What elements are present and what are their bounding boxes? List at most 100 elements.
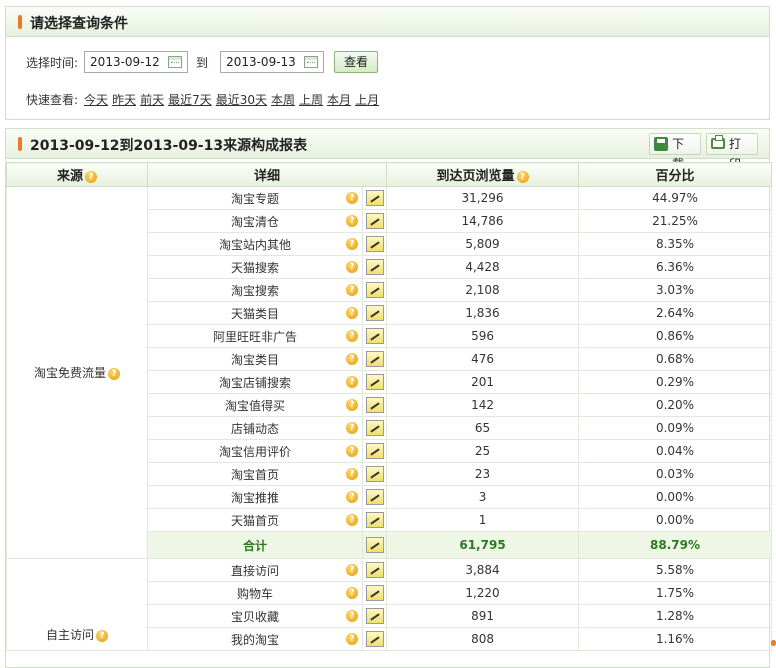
trend-chart-icon[interactable] xyxy=(365,512,384,528)
view-button[interactable]: 查看 xyxy=(334,51,379,73)
trend-chart-icon[interactable] xyxy=(365,631,384,647)
quick-link-this-month[interactable]: 本月 xyxy=(327,91,351,108)
views-cell: 808 xyxy=(386,627,580,651)
help-icon[interactable]: ? xyxy=(346,633,358,645)
trend-chart-icon[interactable] xyxy=(365,282,384,298)
detail-label: 店铺动态 xyxy=(230,421,279,436)
start-date-input[interactable]: 2013-09-12 xyxy=(84,51,189,73)
views-cell: 596 xyxy=(386,324,580,348)
percent-cell: 21.25% xyxy=(578,209,773,233)
trend-chart-icon[interactable] xyxy=(365,443,384,459)
total-label: 合计 xyxy=(147,531,363,559)
end-date-input[interactable]: 2013-09-13 xyxy=(220,51,325,73)
trend-chart-icon[interactable] xyxy=(365,374,384,390)
download-button[interactable]: 下载 xyxy=(649,133,701,171)
column-header-percent-label: 百分比 xyxy=(655,169,695,184)
quick-link-last-7-days[interactable]: 最近7天 xyxy=(168,91,212,108)
views-cell: 1 xyxy=(386,508,580,532)
help-icon[interactable]: ? xyxy=(346,514,358,526)
trend-chart-icon[interactable] xyxy=(365,259,384,275)
trend-chart-icon[interactable] xyxy=(365,397,384,413)
quick-link-last-30-days[interactable]: 最近30天 xyxy=(216,91,267,108)
calendar-icon[interactable] xyxy=(168,56,183,68)
detail-cell: 淘宝信用评价? xyxy=(147,439,363,463)
help-icon[interactable]: ? xyxy=(516,170,529,183)
help-icon[interactable]: ? xyxy=(85,170,97,183)
trend-chart-icon[interactable] xyxy=(365,351,384,367)
trend-chart-icon[interactable] xyxy=(365,608,384,624)
help-icon[interactable]: ? xyxy=(346,261,358,273)
trend-chart-icon[interactable] xyxy=(365,236,384,252)
start-date-value: 2013-09-12 xyxy=(90,55,160,69)
trend-chart-icon[interactable] xyxy=(365,328,384,344)
quick-link-last-week[interactable]: 上周 xyxy=(299,91,323,108)
trend-chart-icon[interactable] xyxy=(365,190,384,206)
quick-link-yesterday[interactable]: 昨天 xyxy=(112,91,136,108)
trend-chart-icon[interactable] xyxy=(365,466,384,482)
header-accent-bar xyxy=(18,15,22,29)
query-panel: 请选择查询条件 选择时间: 2013-09-12 到 2013-09-13 查看… xyxy=(5,6,770,120)
help-icon[interactable]: ? xyxy=(96,629,108,642)
percent-cell: 0.03% xyxy=(578,462,773,486)
help-icon[interactable]: ? xyxy=(346,376,358,388)
help-icon[interactable]: ? xyxy=(346,422,358,434)
trend-chart-icon[interactable] xyxy=(365,585,384,601)
trend-chart-icon[interactable] xyxy=(365,305,384,321)
trend-cell xyxy=(361,558,388,582)
help-icon[interactable]: ? xyxy=(346,192,358,204)
date-range-row: 选择时间: 2013-09-12 到 2013-09-13 查看 xyxy=(26,50,379,74)
trend-chart-icon[interactable] xyxy=(365,562,384,578)
help-icon[interactable]: ? xyxy=(346,353,358,365)
percent-cell: 0.20% xyxy=(578,393,773,417)
total-percent: 88.79% xyxy=(578,531,773,559)
help-icon[interactable]: ? xyxy=(346,445,358,457)
percent-cell: 5.58% xyxy=(578,558,773,582)
calendar-icon[interactable] xyxy=(304,56,319,68)
detail-label: 淘宝专题 xyxy=(230,191,279,206)
help-icon[interactable]: ? xyxy=(346,284,358,296)
trend-chart-icon[interactable] xyxy=(365,420,384,436)
trend-cell xyxy=(361,439,388,463)
trend-cell xyxy=(361,324,388,348)
help-icon[interactable]: ? xyxy=(346,238,358,250)
detail-label: 直接访问 xyxy=(230,563,279,578)
help-icon[interactable]: ? xyxy=(108,367,120,380)
table-body: 淘宝免费流量? 淘宝专题? 31,296 44.97% 淘宝清仓? 14,786 21.25… xyxy=(6,186,773,651)
help-icon[interactable]: ? xyxy=(346,307,358,319)
detail-cell: 店铺动态? xyxy=(147,416,363,440)
percent-cell: 0.00% xyxy=(578,508,773,532)
percent-cell: 0.29% xyxy=(578,370,773,394)
column-header-detail-label: 详细 xyxy=(254,169,281,184)
views-cell: 476 xyxy=(386,347,580,371)
quick-link-today[interactable]: 今天 xyxy=(84,91,108,108)
help-icon[interactable]: ? xyxy=(346,215,358,227)
trend-cell xyxy=(361,370,388,394)
quick-link-day-before[interactable]: 前天 xyxy=(140,91,164,108)
help-icon[interactable]: ? xyxy=(346,491,358,503)
help-icon[interactable]: ? xyxy=(346,330,358,342)
views-cell: 65 xyxy=(386,416,580,440)
quick-link-last-month[interactable]: 上月 xyxy=(355,91,379,108)
help-icon[interactable]: ? xyxy=(346,399,358,411)
detail-label: 淘宝推推 xyxy=(230,490,279,505)
trend-chart-icon[interactable] xyxy=(365,213,384,229)
trend-cell xyxy=(361,347,388,371)
trend-chart-icon[interactable] xyxy=(365,537,384,553)
trend-cell xyxy=(361,416,388,440)
print-button[interactable]: 打印 xyxy=(706,133,758,171)
quick-link-this-week[interactable]: 本周 xyxy=(271,91,295,108)
trend-chart-icon[interactable] xyxy=(365,489,384,505)
help-icon[interactable]: ? xyxy=(346,610,358,622)
help-icon[interactable]: ? xyxy=(346,564,358,576)
trend-cell xyxy=(361,485,388,509)
views-cell: 25 xyxy=(386,439,580,463)
help-icon[interactable]: ? xyxy=(346,587,358,599)
detail-label: 淘宝首页 xyxy=(230,467,279,482)
percent-cell: 0.00% xyxy=(578,485,773,509)
help-icon[interactable]: ? xyxy=(346,468,358,480)
column-header-source: 来源? xyxy=(6,162,148,187)
total-views: 61,795 xyxy=(386,531,580,559)
trend-cell xyxy=(361,508,388,532)
views-cell: 1,836 xyxy=(386,301,580,325)
print-icon xyxy=(711,135,725,149)
